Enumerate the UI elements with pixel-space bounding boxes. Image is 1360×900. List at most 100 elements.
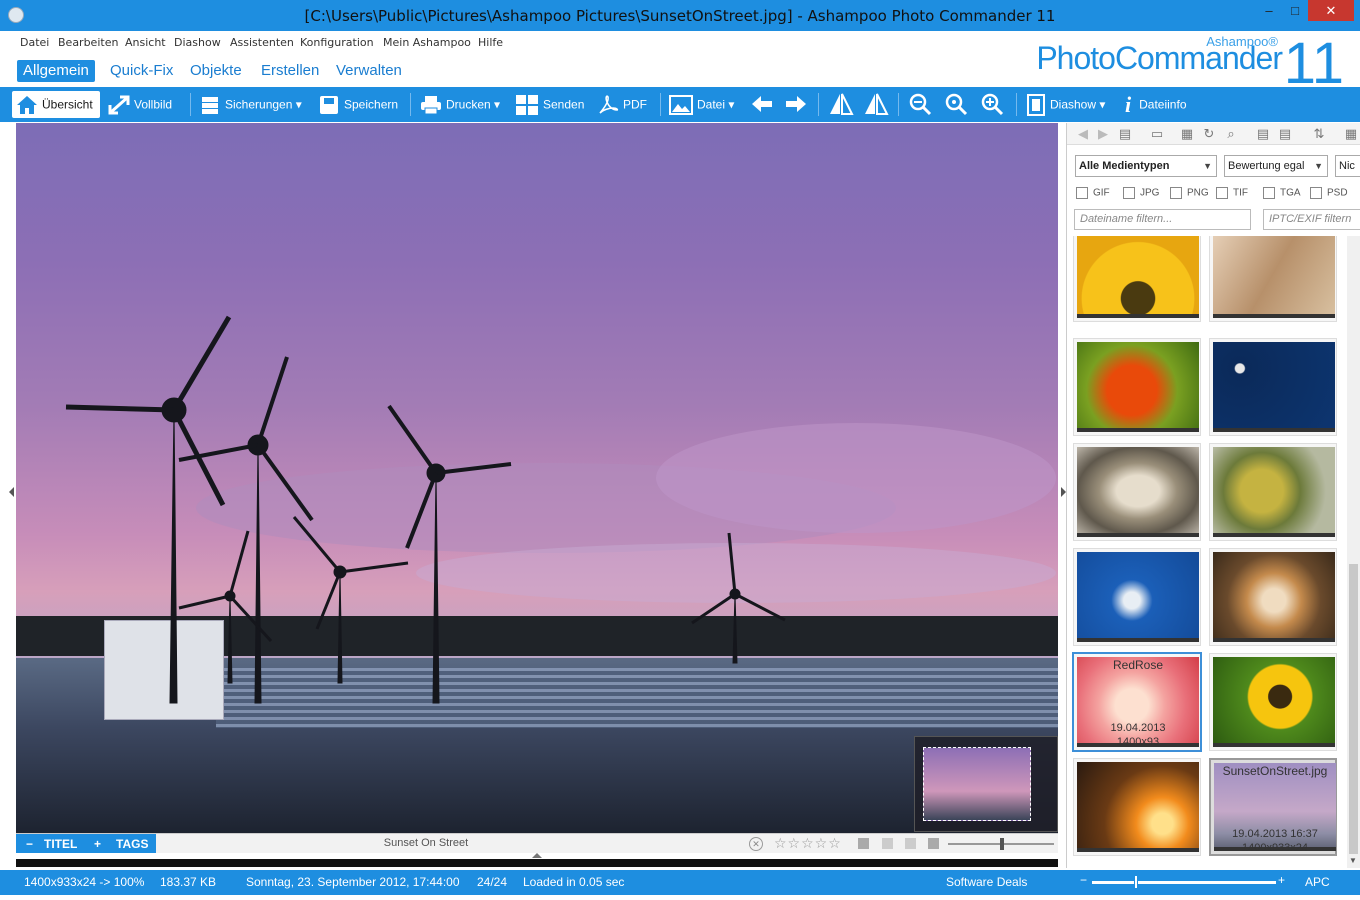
filter-jpg[interactable]: JPG	[1123, 187, 1159, 199]
flip-horizontal-button[interactable]	[828, 91, 854, 118]
menu-bearbeiten[interactable]: Bearbeiten	[58, 36, 118, 49]
navigator-minimap[interactable]	[914, 736, 1058, 832]
thumbnail[interactable]	[1209, 548, 1337, 646]
filter-tif[interactable]: TIF	[1216, 187, 1248, 199]
back-icon[interactable]: ◀	[1075, 126, 1091, 142]
iptc-filter-input[interactable]: IPTC/EXIF filtern	[1263, 209, 1360, 230]
fit-icon[interactable]	[928, 838, 939, 849]
menu-hilfe[interactable]: Hilfe	[478, 36, 503, 49]
sort-icon[interactable]: ⇅	[1311, 126, 1327, 142]
clear-rating-button[interactable]: ✕	[749, 837, 763, 851]
thumbnail-size-knob[interactable]	[1134, 875, 1138, 889]
menu-mein-ashampoo[interactable]: Mein Ashampoo	[383, 36, 471, 49]
next-button[interactable]	[784, 91, 808, 118]
tags-label[interactable]: TAGS	[116, 834, 148, 854]
scrollbar-thumb[interactable]	[1349, 564, 1358, 854]
thumbnail[interactable]	[1073, 548, 1201, 646]
expand-filmstrip-icon[interactable]	[532, 853, 542, 858]
folder-up-icon[interactable]: ▤	[1117, 126, 1133, 142]
minimize-button[interactable]: –	[1256, 0, 1282, 21]
software-deals-link[interactable]: Software Deals	[946, 875, 1027, 889]
filter-png[interactable]: PNG	[1170, 187, 1209, 199]
navigator-viewport-frame[interactable]	[923, 747, 1031, 821]
rating-stars[interactable]: ☆☆☆☆☆	[774, 835, 842, 852]
filter-tga[interactable]: TGA	[1263, 187, 1301, 199]
checkbox[interactable]	[1076, 187, 1088, 199]
menu-ansicht[interactable]: Ansicht	[125, 36, 166, 49]
previous-button[interactable]	[750, 91, 774, 118]
scroll-down-icon[interactable]: ▼	[1349, 856, 1357, 865]
zoom-fit-button[interactable]	[944, 91, 968, 118]
zoom-in-button[interactable]	[980, 91, 1004, 118]
layout-icon[interactable]	[905, 838, 916, 849]
sicherungen-button[interactable]: Sicherungen ▾	[199, 91, 302, 118]
collapse-left-arrow[interactable]	[9, 487, 14, 497]
thumbnail[interactable]	[1073, 236, 1201, 322]
checkbox[interactable]	[1170, 187, 1182, 199]
new-folder-icon[interactable]: ▤	[1277, 126, 1293, 142]
refresh-icon[interactable]: ↻	[1201, 126, 1217, 142]
pdf-button[interactable]: PDF	[597, 91, 647, 118]
zoom-out-button[interactable]	[908, 91, 932, 118]
thumbnail-scrollbar[interactable]: ▼	[1347, 236, 1360, 868]
thumbnail-redrose[interactable]: RedRose 19.04.2013 1400x93	[1072, 652, 1202, 752]
title-label[interactable]: TITEL	[44, 834, 77, 854]
picture-icon[interactable]	[858, 838, 869, 849]
uebersicht-button[interactable]: Übersicht	[12, 91, 100, 118]
drucken-button[interactable]: Drucken ▾	[420, 91, 500, 118]
zoom-in-small-button[interactable]: +	[1278, 873, 1285, 887]
forward-icon[interactable]: ▶	[1095, 126, 1111, 142]
checkbox[interactable]	[1310, 187, 1322, 199]
collapse-title-button[interactable]: −	[26, 834, 33, 854]
folder-search-icon[interactable]: ▤	[1255, 126, 1271, 142]
image-title-text[interactable]: Sunset On Street	[346, 837, 506, 849]
preview-zoom-slider[interactable]	[948, 838, 1054, 850]
thumbnail-size-slider[interactable]	[1092, 875, 1276, 889]
checkbox[interactable]	[1216, 187, 1228, 199]
close-button[interactable]: ✕	[1308, 0, 1354, 21]
filter-gif[interactable]: GIF	[1076, 187, 1110, 199]
checkbox[interactable]	[1123, 187, 1135, 199]
tab-verwalten[interactable]: Verwalten	[330, 60, 408, 82]
status-load-time: Loaded in 0.05 sec	[523, 875, 625, 889]
thumbnail[interactable]	[1209, 338, 1337, 436]
window-icon[interactable]: ▭	[1149, 126, 1165, 142]
filter-psd[interactable]: PSD	[1310, 187, 1348, 199]
menu-datei[interactable]: Datei	[20, 36, 49, 49]
menu-konfiguration[interactable]: Konfiguration	[300, 36, 374, 49]
datei-button[interactable]: Datei ▾	[669, 91, 734, 118]
flip-vertical-button[interactable]	[863, 91, 889, 118]
tab-objekte[interactable]: Objekte	[184, 60, 248, 82]
checkbox[interactable]	[1263, 187, 1275, 199]
thumbnail[interactable]	[1209, 236, 1337, 322]
dateiinfo-button[interactable]: i Dateiinfo	[1125, 91, 1187, 118]
menu-diashow[interactable]: Diashow	[174, 36, 221, 49]
menu-assistenten[interactable]: Assistenten	[230, 36, 294, 49]
filename-filter-input[interactable]: Dateiname filtern...	[1074, 209, 1251, 230]
layout-icon[interactable]	[882, 838, 893, 849]
preview-zoom-knob[interactable]	[1000, 838, 1004, 850]
grid-icon[interactable]: ▦	[1179, 126, 1195, 142]
tab-allgemein[interactable]: Allgemein	[17, 60, 95, 82]
speichern-button[interactable]: Speichern	[318, 91, 398, 118]
senden-button[interactable]: Senden	[515, 91, 584, 118]
diashow-button[interactable]: Diashow ▾	[1026, 91, 1105, 118]
vollbild-button[interactable]: Vollbild	[108, 91, 172, 118]
thumbnail[interactable]	[1073, 758, 1201, 856]
thumbnail[interactable]	[1073, 443, 1201, 541]
search-icon[interactable]: ⌕	[1223, 126, 1239, 142]
tab-quick-fix[interactable]: Quick-Fix	[104, 60, 179, 82]
thumbnail[interactable]	[1209, 443, 1337, 541]
image-viewer[interactable]	[16, 123, 1058, 833]
media-type-select[interactable]: Alle Medientypen ▼	[1075, 155, 1217, 177]
thumbnail[interactable]	[1073, 338, 1201, 436]
tab-erstellen[interactable]: Erstellen	[255, 60, 325, 82]
grid-small-icon[interactable]: ▦	[1343, 126, 1359, 142]
zoom-out-small-button[interactable]: −	[1080, 873, 1087, 887]
thumbnail-sunsetonstreet[interactable]: SunsetOnStreet.jpg 19.04.2013 16:37 1400…	[1209, 758, 1337, 856]
rating-select[interactable]: Bewertung egal ▼	[1224, 155, 1328, 177]
extra-filter-select[interactable]: Nic	[1335, 155, 1360, 177]
thumbnail[interactable]	[1209, 653, 1337, 751]
add-tags-button[interactable]: +	[94, 834, 101, 854]
maximize-button[interactable]: □	[1282, 0, 1308, 21]
